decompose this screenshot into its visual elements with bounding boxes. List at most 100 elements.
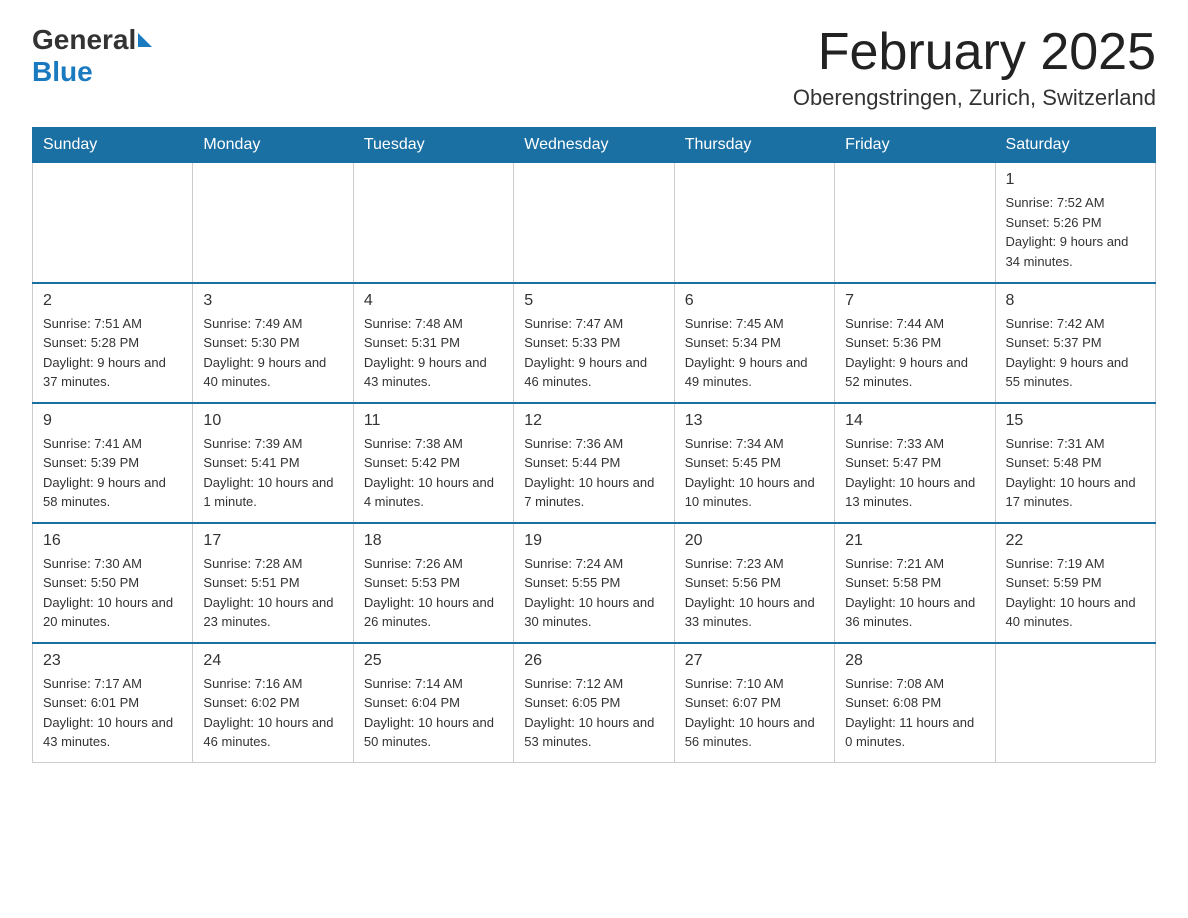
calendar-cell <box>193 163 353 283</box>
header-tuesday: Tuesday <box>353 128 513 163</box>
calendar-week-row: 1Sunrise: 7:52 AMSunset: 5:26 PMDaylight… <box>33 163 1156 283</box>
day-number: 25 <box>364 652 503 670</box>
calendar-cell: 8 Sunrise: 7:42 AMSunset: 5:37 PMDaylight… <box>995 283 1155 403</box>
day-info: Sunrise: 7:31 AMSunset: 5:48 PMDaylight:… <box>1006 434 1145 512</box>
day-info: Sunrise: 7:23 AMSunset: 5:56 PMDaylight:… <box>685 554 824 632</box>
day-info: Sunrise: 7:44 AMSunset: 5:36 PMDaylight:… <box>845 314 984 392</box>
day-number: 26 <box>524 652 663 670</box>
day-number: 8 <box>1006 292 1145 310</box>
day-number: 16 <box>43 532 182 550</box>
day-number: 7 <box>845 292 984 310</box>
header-wednesday: Wednesday <box>514 128 674 163</box>
calendar-cell: 16 Sunrise: 7:30 AMSunset: 5:50 PMDayligh… <box>33 523 193 643</box>
day-info: Sunrise: 7:41 AMSunset: 5:39 PMDaylight:… <box>43 434 182 512</box>
calendar-week-row: 9 Sunrise: 7:41 AMSunset: 5:39 PMDaylight… <box>33 403 1156 523</box>
calendar-cell: 21Sunrise: 7:21 AMSunset: 5:58 PMDayligh… <box>835 523 995 643</box>
day-info: Sunrise: 7:48 AMSunset: 5:31 PMDaylight:… <box>364 314 503 392</box>
day-number: 12 <box>524 412 663 430</box>
day-info: Sunrise: 7:26 AMSunset: 5:53 PMDaylight:… <box>364 554 503 632</box>
day-number: 1 <box>1006 171 1145 189</box>
day-number: 10 <box>203 412 342 430</box>
day-number: 24 <box>203 652 342 670</box>
calendar-cell: 6Sunrise: 7:45 AMSunset: 5:34 PMDaylight… <box>674 283 834 403</box>
header-sunday: Sunday <box>33 128 193 163</box>
calendar-cell: 13 Sunrise: 7:34 AMSunset: 5:45 PMDayligh… <box>674 403 834 523</box>
calendar-cell <box>674 163 834 283</box>
calendar-table: SundayMondayTuesdayWednesdayThursdayFrid… <box>32 127 1156 763</box>
calendar-cell: 19Sunrise: 7:24 AMSunset: 5:55 PMDayligh… <box>514 523 674 643</box>
calendar-cell: 24 Sunrise: 7:16 AMSunset: 6:02 PMDayligh… <box>193 643 353 763</box>
calendar-week-row: 2Sunrise: 7:51 AMSunset: 5:28 PMDaylight… <box>33 283 1156 403</box>
calendar-cell: 7 Sunrise: 7:44 AMSunset: 5:36 PMDaylight… <box>835 283 995 403</box>
day-info: Sunrise: 7:30 AMSunset: 5:50 PMDaylight:… <box>43 554 182 632</box>
logo-blue-text: Blue <box>32 56 93 88</box>
calendar-cell <box>995 643 1155 763</box>
day-number: 9 <box>43 412 182 430</box>
header-saturday: Saturday <box>995 128 1155 163</box>
calendar-cell: 12 Sunrise: 7:36 AMSunset: 5:44 PMDayligh… <box>514 403 674 523</box>
day-info: Sunrise: 7:24 AMSunset: 5:55 PMDaylight:… <box>524 554 663 632</box>
calendar-cell: 2Sunrise: 7:51 AMSunset: 5:28 PMDaylight… <box>33 283 193 403</box>
logo: General Blue <box>32 24 154 88</box>
day-number: 28 <box>845 652 984 670</box>
calendar-cell: 20 Sunrise: 7:23 AMSunset: 5:56 PMDayligh… <box>674 523 834 643</box>
calendar-cell: 17 Sunrise: 7:28 AMSunset: 5:51 PMDayligh… <box>193 523 353 643</box>
calendar-cell: 22Sunrise: 7:19 AMSunset: 5:59 PMDayligh… <box>995 523 1155 643</box>
month-title: February 2025 <box>793 24 1156 81</box>
calendar-cell: 3 Sunrise: 7:49 AMSunset: 5:30 PMDaylight… <box>193 283 353 403</box>
calendar-cell: 4Sunrise: 7:48 AMSunset: 5:31 PMDaylight… <box>353 283 513 403</box>
logo-arrow-icon <box>138 33 152 47</box>
calendar-cell: 28Sunrise: 7:08 AMSunset: 6:08 PMDayligh… <box>835 643 995 763</box>
day-number: 13 <box>685 412 824 430</box>
day-info: Sunrise: 7:12 AMSunset: 6:05 PMDaylight:… <box>524 674 663 752</box>
calendar-cell: 15 Sunrise: 7:31 AMSunset: 5:48 PMDayligh… <box>995 403 1155 523</box>
day-info: Sunrise: 7:49 AMSunset: 5:30 PMDaylight:… <box>203 314 342 392</box>
day-number: 21 <box>845 532 984 550</box>
day-info: Sunrise: 7:33 AMSunset: 5:47 PMDaylight:… <box>845 434 984 512</box>
calendar-header-row: SundayMondayTuesdayWednesdayThursdayFrid… <box>33 128 1156 163</box>
calendar-cell: 14 Sunrise: 7:33 AMSunset: 5:47 PMDayligh… <box>835 403 995 523</box>
calendar-cell: 1Sunrise: 7:52 AMSunset: 5:26 PMDaylight… <box>995 163 1155 283</box>
calendar-cell: 11Sunrise: 7:38 AMSunset: 5:42 PMDayligh… <box>353 403 513 523</box>
day-info: Sunrise: 7:51 AMSunset: 5:28 PMDaylight:… <box>43 314 182 392</box>
calendar-cell: 5 Sunrise: 7:47 AMSunset: 5:33 PMDaylight… <box>514 283 674 403</box>
day-number: 27 <box>685 652 824 670</box>
location: Oberengstringen, Zurich, Switzerland <box>793 85 1156 111</box>
calendar-cell: 9 Sunrise: 7:41 AMSunset: 5:39 PMDaylight… <box>33 403 193 523</box>
calendar-cell <box>514 163 674 283</box>
day-number: 22 <box>1006 532 1145 550</box>
day-number: 17 <box>203 532 342 550</box>
day-number: 23 <box>43 652 182 670</box>
calendar-week-row: 23 Sunrise: 7:17 AMSunset: 6:01 PMDayligh… <box>33 643 1156 763</box>
page-header: General Blue February 2025 Oberengstring… <box>32 24 1156 111</box>
day-info: Sunrise: 7:28 AMSunset: 5:51 PMDaylight:… <box>203 554 342 632</box>
day-info: Sunrise: 7:10 AMSunset: 6:07 PMDaylight:… <box>685 674 824 752</box>
day-info: Sunrise: 7:17 AMSunset: 6:01 PMDaylight:… <box>43 674 182 752</box>
day-number: 3 <box>203 292 342 310</box>
day-info: Sunrise: 7:47 AMSunset: 5:33 PMDaylight:… <box>524 314 663 392</box>
calendar-week-row: 16 Sunrise: 7:30 AMSunset: 5:50 PMDayligh… <box>33 523 1156 643</box>
day-info: Sunrise: 7:16 AMSunset: 6:02 PMDaylight:… <box>203 674 342 752</box>
calendar-cell <box>835 163 995 283</box>
day-info: Sunrise: 7:36 AMSunset: 5:44 PMDaylight:… <box>524 434 663 512</box>
day-info: Sunrise: 7:14 AMSunset: 6:04 PMDaylight:… <box>364 674 503 752</box>
day-info: Sunrise: 7:39 AMSunset: 5:41 PMDaylight:… <box>203 434 342 512</box>
day-number: 15 <box>1006 412 1145 430</box>
logo-general-text: General <box>32 24 136 56</box>
day-number: 11 <box>364 412 503 430</box>
calendar-cell <box>353 163 513 283</box>
header-friday: Friday <box>835 128 995 163</box>
day-number: 20 <box>685 532 824 550</box>
day-number: 5 <box>524 292 663 310</box>
day-number: 6 <box>685 292 824 310</box>
calendar-cell <box>33 163 193 283</box>
day-info: Sunrise: 7:34 AMSunset: 5:45 PMDaylight:… <box>685 434 824 512</box>
title-section: February 2025 Oberengstringen, Zurich, S… <box>793 24 1156 111</box>
header-monday: Monday <box>193 128 353 163</box>
calendar-cell: 23 Sunrise: 7:17 AMSunset: 6:01 PMDayligh… <box>33 643 193 763</box>
day-number: 14 <box>845 412 984 430</box>
day-number: 18 <box>364 532 503 550</box>
calendar-cell: 26 Sunrise: 7:12 AMSunset: 6:05 PMDayligh… <box>514 643 674 763</box>
day-info: Sunrise: 7:42 AMSunset: 5:37 PMDaylight:… <box>1006 314 1145 392</box>
calendar-cell: 18 Sunrise: 7:26 AMSunset: 5:53 PMDayligh… <box>353 523 513 643</box>
